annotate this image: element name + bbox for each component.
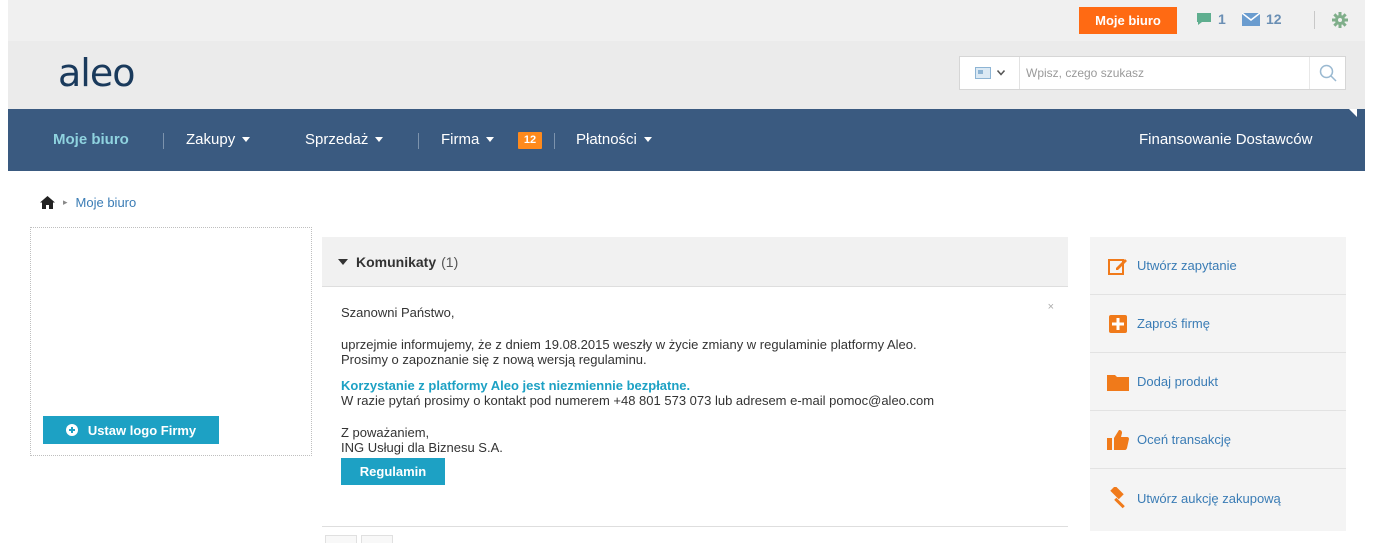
gear-icon[interactable] (1330, 10, 1350, 30)
search-input[interactable] (1026, 57, 1296, 89)
search-icon (1319, 64, 1337, 82)
action-rate-transaction[interactable]: Oceń transakcję (1090, 411, 1346, 469)
action-create-inquiry[interactable]: Utwórz zapytanie (1090, 237, 1346, 295)
topbar-divider (1314, 11, 1315, 29)
nav-item-sales[interactable]: Sprzedaż (305, 109, 384, 171)
breadcrumb-separator-icon: ▸ (63, 197, 68, 207)
mail-counter[interactable]: 12 (1242, 11, 1282, 27)
pagination-button[interactable] (325, 535, 357, 543)
set-logo-label: Ustaw logo Firmy (87, 422, 197, 438)
message-body: × Szanowni Państwo, uprzejmie informujem… (322, 287, 1068, 527)
thumbs-up-icon (1107, 429, 1129, 451)
message-line: uprzejmie informujemy, że z dniem 19.08.… (341, 337, 917, 352)
mail-icon (1242, 12, 1260, 26)
nav-item-payments[interactable]: Płatności (576, 109, 652, 171)
terms-button[interactable]: Regulamin (341, 458, 445, 485)
home-icon[interactable] (40, 196, 55, 209)
messages-title: Komunikaty (356, 253, 437, 270)
aleo-logo[interactable]: aleo (58, 51, 135, 95)
pagination-button[interactable] (361, 535, 393, 543)
company-notification-badge[interactable]: 12 (518, 132, 542, 149)
nav-divider (418, 133, 419, 149)
nav-label: Zakupy (186, 131, 236, 148)
set-company-logo-button[interactable]: Ustaw logo Firmy (43, 416, 219, 444)
nav-item-my-office[interactable]: Moje biuro (53, 109, 129, 171)
nav-label: Firma (441, 131, 480, 148)
caret-down-icon (242, 136, 251, 142)
message-signature: ING Usługi dla Biznesu S.A. (341, 440, 503, 455)
edit-icon (1107, 255, 1129, 277)
chat-counter[interactable]: 1 (1196, 11, 1226, 27)
chat-count: 1 (1218, 11, 1226, 27)
action-create-auction[interactable]: Utwórz aukcję zakupową (1090, 469, 1346, 527)
caret-down-icon (375, 136, 384, 142)
header: aleo (8, 41, 1365, 109)
search-bar (959, 56, 1346, 90)
message-closing: Z poważaniem, (341, 425, 430, 440)
collapse-triangle-icon (338, 258, 348, 265)
gavel-icon (1107, 487, 1129, 509)
action-label: Zaproś firmę (1137, 316, 1210, 331)
action-add-product[interactable]: Dodaj produkt (1090, 353, 1346, 411)
pagination (325, 535, 393, 543)
plus-circle-icon (65, 424, 78, 436)
message-line: Prosimy o zapoznanie się z nową wersją r… (341, 352, 647, 367)
nav-item-supplier-financing[interactable]: Finansowanie Dostawców (1139, 109, 1312, 171)
search-button[interactable] (1309, 57, 1345, 89)
folder-icon (1107, 371, 1129, 393)
my-office-button[interactable]: Moje biuro (1079, 7, 1177, 34)
chat-icon (1197, 13, 1211, 25)
catalog-icon (974, 67, 991, 79)
company-logo-placeholder: Ustaw logo Firmy (30, 227, 312, 456)
action-invite-company[interactable]: Zaproś firmę (1090, 295, 1346, 353)
mail-count: 12 (1266, 11, 1282, 27)
search-scope-dropdown[interactable] (960, 57, 1020, 89)
nav-divider (163, 133, 164, 149)
plus-square-icon (1107, 313, 1129, 335)
action-label: Dodaj produkt (1137, 374, 1218, 389)
corner-flag-icon (1349, 109, 1357, 117)
messages-panel: Komunikaty (1) × Szanowni Państwo, uprze… (322, 237, 1068, 527)
action-label: Oceń transakcję (1137, 432, 1231, 447)
message-highlight: Korzystanie z platformy Aleo jest niezmi… (341, 378, 691, 393)
message-greeting: Szanowni Państwo, (341, 305, 455, 320)
nav-label: Płatności (576, 131, 637, 148)
top-utility-bar: Moje biuro 1 12 (8, 0, 1365, 41)
nav-label: Sprzedaż (305, 131, 369, 148)
message-contact: W razie pytań prosimy o kontakt pod nume… (341, 393, 935, 408)
messages-header[interactable]: Komunikaty (1) (322, 237, 1068, 287)
breadcrumb: ▸ Moje biuro (40, 195, 136, 210)
breadcrumb-current[interactable]: Moje biuro (76, 195, 137, 210)
messages-count: (1) (441, 253, 459, 270)
action-label: Utwórz aukcję zakupową (1137, 490, 1281, 506)
nav-item-purchases[interactable]: Zakupy (186, 109, 251, 171)
nav-item-company[interactable]: Firma (441, 109, 495, 171)
action-label: Utwórz zapytanie (1137, 258, 1237, 273)
caret-down-icon (643, 136, 652, 142)
nav-divider (554, 133, 555, 149)
main-navigation: Moje biuro Zakupy Sprzedaż Firma 12 Płat… (8, 109, 1365, 171)
quick-actions: Utwórz zapytanie Zaproś firmę Dodaj prod… (1090, 237, 1346, 531)
caret-down-icon (486, 136, 495, 142)
chevron-down-icon (996, 70, 1005, 76)
close-icon[interactable]: × (1048, 301, 1054, 313)
